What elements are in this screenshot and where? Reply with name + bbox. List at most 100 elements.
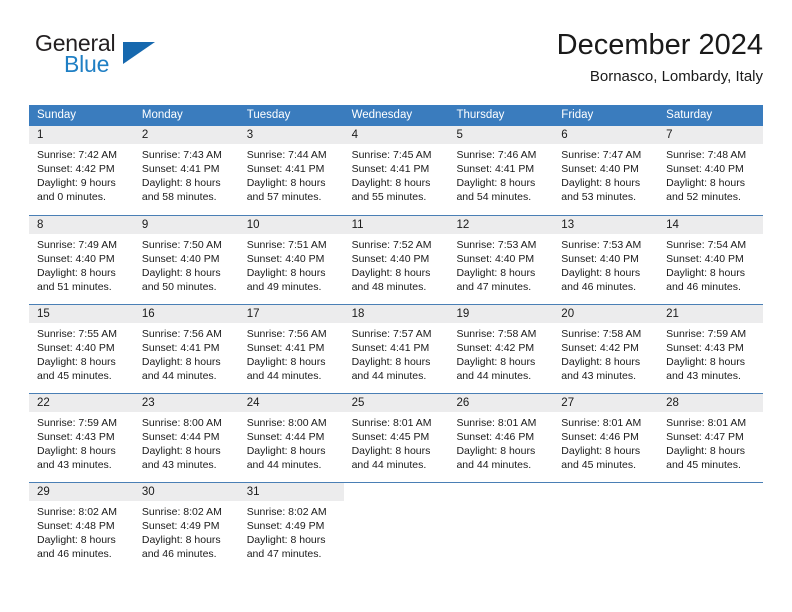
day-details: Sunrise: 7:46 AM Sunset: 4:41 PM Dayligh… [448, 144, 553, 204]
sunset-text: Sunset: 4:40 PM [666, 163, 744, 175]
sunset-text: Sunset: 4:40 PM [37, 342, 115, 354]
day-cell[interactable]: 17 Sunrise: 7:56 AM Sunset: 4:41 PM Dayl… [238, 305, 344, 393]
sunrise-text: Sunrise: 7:52 AM [351, 239, 432, 251]
sunset-text: Sunset: 4:46 PM [561, 431, 639, 443]
weekday-header-tuesday: Tuesday [246, 109, 291, 121]
week-row: 22 Sunrise: 7:59 AM Sunset: 4:43 PM Dayl… [29, 393, 764, 482]
sunrise-text: Sunrise: 8:01 AM [561, 417, 642, 429]
day-cell[interactable]: 28 Sunrise: 8:01 AM Sunset: 4:47 PM Dayl… [658, 394, 764, 482]
day-cell[interactable]: 31 Sunrise: 8:02 AM Sunset: 4:49 PM Dayl… [238, 483, 344, 572]
day-details: Sunrise: 7:58 AM Sunset: 4:42 PM Dayligh… [553, 323, 658, 383]
day-cell[interactable]: 13 Sunrise: 7:53 AM Sunset: 4:40 PM Dayl… [553, 216, 659, 304]
day-number: 13 [553, 216, 659, 234]
day-cell[interactable]: 12 Sunrise: 7:53 AM Sunset: 4:40 PM Dayl… [448, 216, 554, 304]
sunrise-text: Sunrise: 8:02 AM [37, 506, 117, 518]
sunset-text: Sunset: 4:40 PM [561, 163, 639, 175]
week-row: 1 Sunrise: 7:42 AM Sunset: 4:42 PM Dayli… [29, 126, 764, 215]
day-cell[interactable]: 5 Sunrise: 7:46 AM Sunset: 4:41 PM Dayli… [448, 126, 554, 215]
day-cell[interactable]: 4 Sunrise: 7:45 AM Sunset: 4:41 PM Dayli… [343, 126, 449, 215]
day-cell[interactable]: 9 Sunrise: 7:50 AM Sunset: 4:40 PM Dayli… [133, 216, 239, 304]
day-cell-empty [448, 483, 553, 572]
day-cell[interactable]: 25 Sunrise: 8:01 AM Sunset: 4:45 PM Dayl… [343, 394, 449, 482]
day-cell[interactable]: 1 Sunrise: 7:42 AM Sunset: 4:42 PM Dayli… [29, 126, 134, 215]
sunrise-text: Sunrise: 7:56 AM [141, 328, 222, 340]
weekday-header-wednesday: Wednesday [351, 109, 413, 121]
day-number: 11 [343, 216, 449, 234]
day-cell[interactable]: 14 Sunrise: 7:54 AM Sunset: 4:40 PM Dayl… [658, 216, 764, 304]
day-cell[interactable]: 23 Sunrise: 8:00 AM Sunset: 4:44 PM Dayl… [133, 394, 239, 482]
day-cell[interactable]: 6 Sunrise: 7:47 AM Sunset: 4:40 PM Dayli… [553, 126, 659, 215]
day-cell[interactable]: 24 Sunrise: 8:00 AM Sunset: 4:44 PM Dayl… [238, 394, 344, 482]
day-number: 15 [29, 305, 134, 323]
day-cell[interactable]: 22 Sunrise: 7:59 AM Sunset: 4:43 PM Dayl… [29, 394, 134, 482]
sunrise-text: Sunrise: 7:58 AM [456, 328, 537, 340]
day-cell[interactable]: 15 Sunrise: 7:55 AM Sunset: 4:40 PM Dayl… [29, 305, 134, 393]
brand-logo[interactable]: General Blue [29, 28, 289, 90]
day-details: Sunrise: 8:02 AM Sunset: 4:48 PM Dayligh… [29, 501, 134, 561]
sunset-text: Sunset: 4:40 PM [456, 253, 535, 265]
daylight-text-line1: Daylight: 8 hours [561, 356, 641, 368]
daylight-text-line1: Daylight: 8 hours [666, 445, 745, 457]
day-details: Sunrise: 7:57 AM Sunset: 4:41 PM Dayligh… [344, 323, 449, 383]
day-cell[interactable]: 30 Sunrise: 8:02 AM Sunset: 4:49 PM Dayl… [133, 483, 239, 572]
day-cell[interactable]: 11 Sunrise: 7:52 AM Sunset: 4:40 PM Dayl… [343, 216, 449, 304]
daylight-text-line2: and 43 minutes. [561, 370, 637, 382]
daylight-text-line1: Daylight: 8 hours [37, 356, 116, 368]
day-cell[interactable]: 3 Sunrise: 7:44 AM Sunset: 4:41 PM Dayli… [238, 126, 344, 215]
day-cell[interactable]: 16 Sunrise: 7:56 AM Sunset: 4:41 PM Dayl… [133, 305, 239, 393]
day-number: 31 [238, 483, 344, 501]
sunrise-text: Sunrise: 7:58 AM [561, 328, 642, 340]
daylight-text-line1: Daylight: 8 hours [561, 267, 641, 279]
day-number: 14 [658, 216, 764, 234]
sunset-text: Sunset: 4:44 PM [141, 431, 220, 443]
weekday-header-friday: Friday [561, 109, 594, 121]
sunset-text: Sunset: 4:45 PM [351, 431, 430, 443]
day-details: Sunrise: 7:50 AM Sunset: 4:40 PM Dayligh… [134, 234, 239, 294]
day-cell[interactable]: 26 Sunrise: 8:01 AM Sunset: 4:46 PM Dayl… [448, 394, 554, 482]
sunrise-text: Sunrise: 7:47 AM [561, 149, 642, 161]
day-cell-empty [344, 483, 449, 572]
day-cell[interactable]: 29 Sunrise: 8:02 AM Sunset: 4:48 PM Dayl… [29, 483, 134, 572]
day-details: Sunrise: 8:01 AM Sunset: 4:46 PM Dayligh… [553, 412, 658, 472]
day-number: 2 [133, 126, 239, 144]
sunset-text: Sunset: 4:49 PM [246, 520, 325, 532]
day-number [553, 483, 658, 501]
day-number: 22 [29, 394, 134, 412]
day-number: 12 [448, 216, 554, 234]
daylight-text-line1: Daylight: 8 hours [456, 267, 536, 279]
daylight-text-line1: Daylight: 8 hours [246, 534, 326, 546]
sunrise-text: Sunrise: 7:59 AM [37, 417, 117, 429]
daylight-text-line1: Daylight: 8 hours [141, 356, 221, 368]
daylight-text-line1: Daylight: 8 hours [351, 177, 431, 189]
sunrise-text: Sunrise: 8:02 AM [141, 506, 222, 518]
sunrise-text: Sunrise: 8:01 AM [666, 417, 747, 429]
daylight-text-line2: and 43 minutes. [141, 459, 217, 471]
day-number: 27 [553, 394, 659, 412]
day-number: 24 [238, 394, 344, 412]
sunrise-text: Sunrise: 7:57 AM [351, 328, 432, 340]
day-details: Sunrise: 7:56 AM Sunset: 4:41 PM Dayligh… [134, 323, 239, 383]
day-cell[interactable]: 20 Sunrise: 7:58 AM Sunset: 4:42 PM Dayl… [553, 305, 659, 393]
daylight-text-line2: and 57 minutes. [246, 191, 322, 203]
day-details: Sunrise: 7:53 AM Sunset: 4:40 PM Dayligh… [448, 234, 553, 294]
day-cell[interactable]: 8 Sunrise: 7:49 AM Sunset: 4:40 PM Dayli… [29, 216, 134, 304]
daylight-text-line2: and 47 minutes. [456, 281, 532, 293]
daylight-text-line1: Daylight: 8 hours [561, 177, 641, 189]
day-cell[interactable]: 18 Sunrise: 7:57 AM Sunset: 4:41 PM Dayl… [343, 305, 449, 393]
weekday-header-monday: Monday [141, 109, 183, 121]
day-cell[interactable]: 21 Sunrise: 7:59 AM Sunset: 4:43 PM Dayl… [658, 305, 764, 393]
day-details: Sunrise: 7:45 AM Sunset: 4:41 PM Dayligh… [344, 144, 449, 204]
day-cell[interactable]: 19 Sunrise: 7:58 AM Sunset: 4:42 PM Dayl… [448, 305, 554, 393]
daylight-text-line1: Daylight: 8 hours [246, 356, 326, 368]
daylight-text-line2: and 46 minutes. [37, 548, 112, 560]
day-cell[interactable]: 7 Sunrise: 7:48 AM Sunset: 4:40 PM Dayli… [658, 126, 764, 215]
day-number: 7 [658, 126, 764, 144]
day-number: 4 [343, 126, 449, 144]
day-cell[interactable]: 10 Sunrise: 7:51 AM Sunset: 4:40 PM Dayl… [238, 216, 344, 304]
day-number: 21 [658, 305, 764, 323]
day-cell[interactable]: 2 Sunrise: 7:43 AM Sunset: 4:41 PM Dayli… [133, 126, 239, 215]
sunrise-text: Sunrise: 7:45 AM [351, 149, 432, 161]
day-details: Sunrise: 8:02 AM Sunset: 4:49 PM Dayligh… [239, 501, 344, 561]
day-cell[interactable]: 27 Sunrise: 8:01 AM Sunset: 4:46 PM Dayl… [553, 394, 659, 482]
sunset-text: Sunset: 4:42 PM [37, 163, 115, 175]
